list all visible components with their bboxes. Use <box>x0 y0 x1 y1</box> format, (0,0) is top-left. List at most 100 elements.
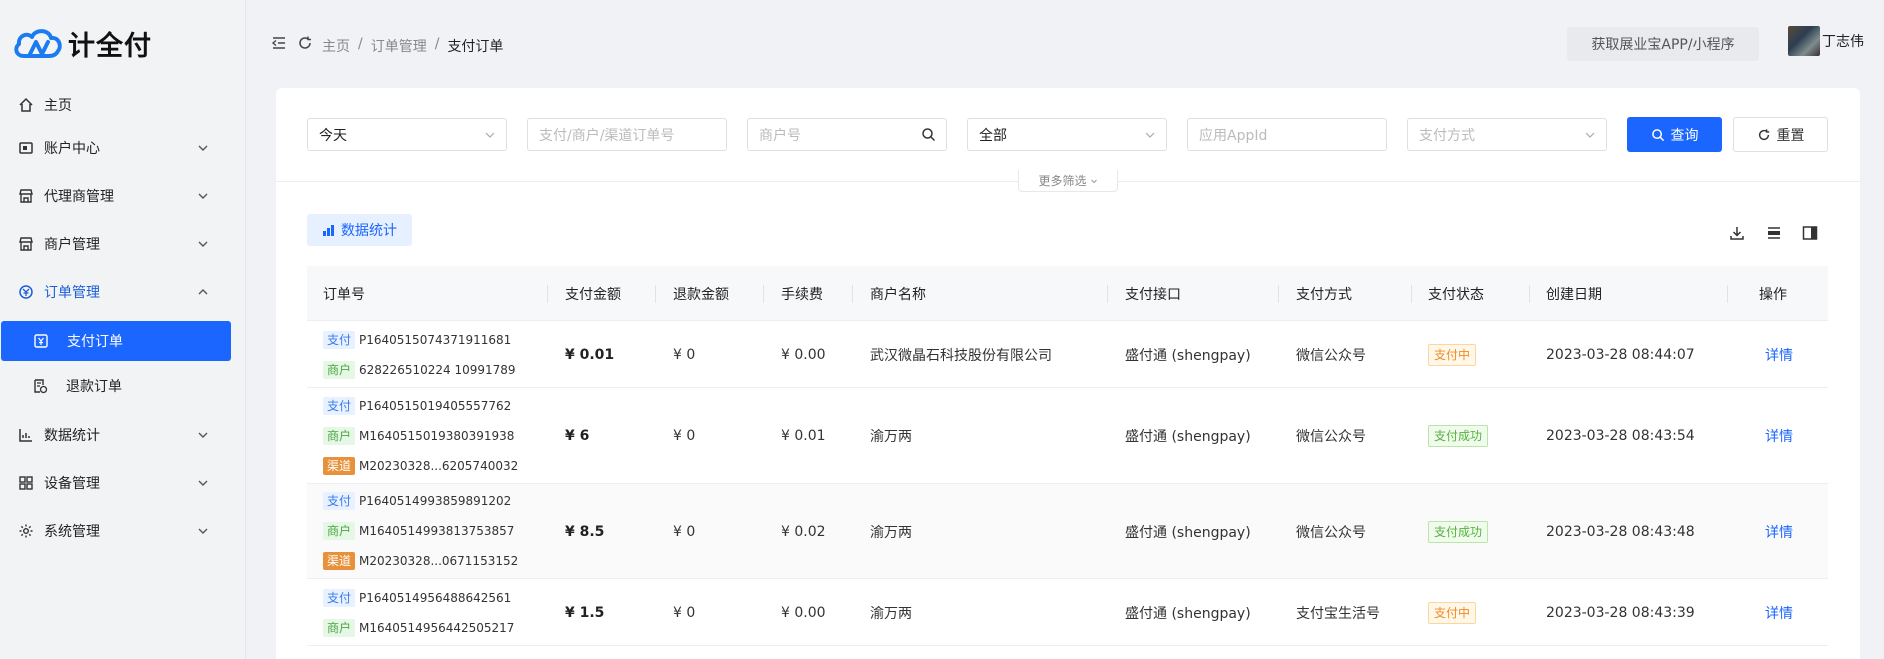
type-select[interactable]: 全部 <box>967 118 1167 151</box>
mch-no-input[interactable]: 商户号 <box>747 118 947 151</box>
status-badge: 支付中 <box>1428 343 1477 366</box>
detail-link[interactable]: 详情 <box>1765 388 1793 484</box>
mch-order-no: 628226510224 10991789 <box>359 363 516 377</box>
pay-way-select[interactable]: 支付方式 <box>1407 118 1607 151</box>
order-ids: 支付 P1640514993859891202 商户 M16405149938137… <box>323 486 518 576</box>
sidebar-item-agent[interactable]: 代理商管理 <box>0 176 246 216</box>
status-cell: 支付中 <box>1428 579 1477 646</box>
date-range-select[interactable]: 今天 <box>307 118 507 151</box>
search-icon[interactable] <box>921 127 936 142</box>
refund-amount: ¥ 0 <box>673 428 696 444</box>
mch-tag: 商户 <box>323 522 356 540</box>
chevron-down-icon <box>198 480 208 486</box>
breadcrumb-separator: / <box>434 36 440 52</box>
app-id-placeholder: 应用AppId <box>1199 127 1268 144</box>
menu-fold-icon[interactable] <box>271 35 287 51</box>
detail-link[interactable]: 详情 <box>1765 579 1793 646</box>
chevron-down-icon <box>1585 132 1595 138</box>
chevron-down-icon <box>1090 179 1097 183</box>
pay-way-placeholder: 支付方式 <box>1419 127 1475 144</box>
query-button[interactable]: 查询 <box>1627 117 1722 152</box>
bar-chart-icon <box>323 224 334 236</box>
pay-order-no: P1640515074371911681 <box>359 333 512 347</box>
sidebar-item-devices[interactable]: 设备管理 <box>0 463 246 503</box>
status-cell: 支付成功 <box>1428 388 1489 484</box>
chevron-down-icon <box>198 241 208 247</box>
sidebar-item-orders[interactable]: 订单管理 <box>0 272 246 312</box>
sidebar-item-label: 订单管理 <box>44 285 100 301</box>
table-row: 支付 P1640514956488642561 商户 M16405149564425… <box>307 579 1828 646</box>
breadcrumb-orders[interactable]: 订单管理 <box>371 36 427 56</box>
grid-icon <box>18 475 34 491</box>
shop-icon <box>18 236 34 252</box>
pay-tag: 支付 <box>323 331 356 349</box>
pay-order-no: P1640515019405557762 <box>359 399 512 413</box>
channel-tag: 渠道 <box>323 457 356 475</box>
breadcrumb-current: 支付订单 <box>447 39 504 55</box>
channel-order-no: M20230328...0671153152 <box>359 554 519 568</box>
pay-interface: 盛付通 (shengpay) <box>1125 347 1251 364</box>
order-icon <box>18 284 34 300</box>
sidebar-item-home[interactable]: 主页 <box>0 85 246 125</box>
created-date: 2023-03-28 08:43:54 <box>1546 428 1695 444</box>
refund-amount: ¥ 0 <box>673 523 696 540</box>
breadcrumb-separator: / <box>358 36 363 52</box>
main-card: 今天 支付/商户/渠道订单号 商户号 全部 应用AppId 支付方式 查询 重置… <box>276 88 1860 659</box>
status-badge: 支付成功 <box>1428 425 1489 447</box>
created-date: 2023-03-28 08:43:39 <box>1546 604 1695 621</box>
more-filters-toggle[interactable]: 更多筛选 <box>1018 170 1118 192</box>
column-header: 支付金额 <box>565 286 621 303</box>
chevron-down-icon <box>485 132 495 138</box>
fee: ¥ 0.00 <box>781 346 826 363</box>
chevron-down-icon <box>198 193 208 199</box>
refresh-icon[interactable] <box>297 35 313 51</box>
sidebar: 计全付 主页 账户中心 代理商管理 商户管理 订单管理 支付订单 退款订单 数据… <box>0 0 246 659</box>
fee: ¥ 0.01 <box>781 428 826 444</box>
table-row: 支付 P1640515019405557762 商户 M16405150193803… <box>307 388 1828 484</box>
sidebar-item-pay-orders[interactable]: 支付订单 <box>1 321 231 361</box>
mch-order-no: M1640514956442505217 <box>359 621 515 635</box>
detail-link[interactable]: 详情 <box>1765 321 1793 388</box>
data-stats-button[interactable]: 数据统计 <box>307 214 412 246</box>
mch-tag: 商户 <box>323 361 356 379</box>
detail-link[interactable]: 详情 <box>1765 484 1793 579</box>
order-no-input[interactable]: 支付/商户/渠道订单号 <box>527 118 727 151</box>
sidebar-item-account[interactable]: 账户中心 <box>0 128 246 168</box>
app-id-input[interactable]: 应用AppId <box>1187 118 1387 151</box>
pay-order-no: P1640514993859891202 <box>359 494 512 508</box>
pay-tag: 支付 <box>323 397 356 415</box>
pay-way: 支付宝生活号 <box>1296 605 1380 622</box>
sidebar-item-label: 代理商管理 <box>44 189 114 205</box>
density-icon[interactable] <box>1765 224 1783 242</box>
pay-way: 微信公众号 <box>1296 347 1366 364</box>
order-ids: 支付 P1640514956488642561 商户 M16405149564425… <box>323 583 514 643</box>
merchant-name: 渝万两 <box>870 429 912 445</box>
sidebar-item-refund-orders[interactable]: 退款订单 <box>0 366 246 406</box>
date-range-value: 今天 <box>319 127 347 144</box>
sidebar-item-system[interactable]: 系统管理 <box>0 511 246 551</box>
sidebar-item-stats[interactable]: 数据统计 <box>0 415 246 455</box>
store-icon <box>18 188 34 204</box>
logo[interactable]: 计全付 <box>12 26 152 62</box>
get-app-button[interactable]: 获取展业宝APP/小程序 <box>1567 27 1759 61</box>
status-cell: 支付成功 <box>1428 484 1489 579</box>
pay-tag: 支付 <box>323 492 356 510</box>
breadcrumb: 主页 / 订单管理 / 支付订单 <box>322 36 503 56</box>
download-icon[interactable] <box>1728 224 1746 242</box>
merchant-name: 渝万两 <box>870 524 912 541</box>
column-header: 订单号 <box>323 286 365 303</box>
reset-button[interactable]: 重置 <box>1733 117 1828 152</box>
pay-amount: ¥ 6 <box>565 428 590 444</box>
merchant-name: 渝万两 <box>870 605 912 622</box>
column-header: 操作 <box>1759 286 1787 303</box>
sidebar-item-merchant[interactable]: 商户管理 <box>0 224 246 264</box>
avatar[interactable] <box>1788 26 1820 56</box>
user-name[interactable]: 丁志伟 <box>1822 31 1864 51</box>
column-settings-icon[interactable] <box>1801 224 1819 242</box>
chart-icon <box>18 427 34 443</box>
status-cell: 支付中 <box>1428 321 1477 388</box>
order-ids: 支付 P1640515074371911681 商户 628226510224 10… <box>323 325 516 385</box>
order-ids: 支付 P1640515019405557762 商户 M16405150193803… <box>323 391 518 481</box>
pay-interface: 盛付通 (shengpay) <box>1125 524 1251 541</box>
breadcrumb-home[interactable]: 主页 <box>322 36 350 56</box>
